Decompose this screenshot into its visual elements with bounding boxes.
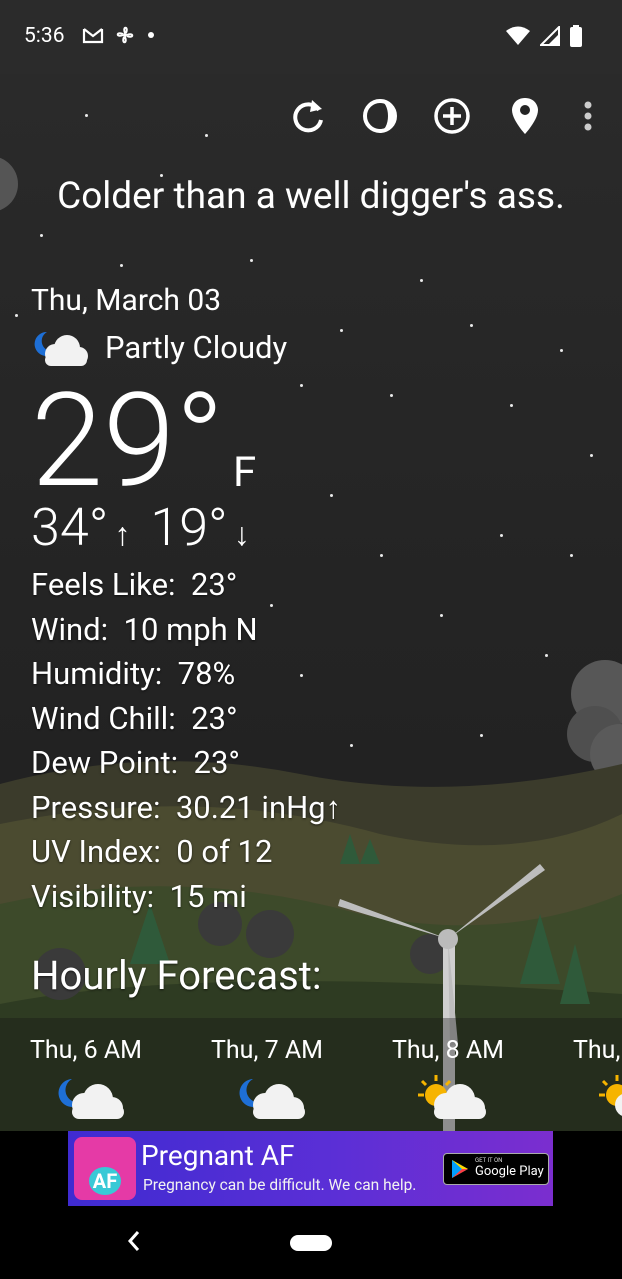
more-icon (584, 101, 592, 131)
star (330, 494, 333, 497)
condition-label: Partly Cloudy (105, 328, 288, 366)
hourly-item[interactable]: Thu, 8 AM (392, 1036, 504, 1130)
add-location-button[interactable] (432, 96, 472, 136)
ad-banner[interactable]: AF Pregnant AF Pregnancy can be difficul… (68, 1131, 553, 1206)
fan-icon (116, 26, 134, 44)
star (420, 279, 423, 282)
google-play-icon (452, 1160, 468, 1178)
up-arrow-icon: ↑ (114, 515, 131, 553)
current-temperature: 29° (31, 364, 225, 517)
detail-visibility: Visibility: 15 mi (31, 877, 247, 915)
high-low-temperatures: 34° ↑ 19° ↓ (31, 497, 250, 558)
star (500, 534, 503, 537)
ad-title: Pregnant AF (141, 1139, 295, 1172)
star (120, 264, 123, 267)
wifi-icon (506, 26, 530, 45)
hourly-item[interactable]: Thu, 6 AM (30, 1036, 142, 1130)
detail-wind-chill: Wind Chill: 23° (31, 699, 238, 737)
star (510, 404, 513, 407)
star (470, 324, 473, 327)
star (15, 314, 18, 317)
star (250, 259, 253, 262)
hourly-time: Thu, 8 AM (392, 1036, 504, 1065)
star (390, 394, 393, 397)
partly-sunny-icon (418, 1075, 486, 1119)
location-button[interactable] (505, 96, 545, 136)
hourly-time: Thu, 7 AM (211, 1036, 323, 1065)
low-temperature: 19° (150, 497, 228, 558)
hourly-time: Thu, (573, 1036, 621, 1065)
star (570, 554, 573, 557)
partly-cloudy-night-icon (34, 331, 88, 366)
star (480, 734, 483, 737)
badge-big-text: Google Play (475, 1164, 544, 1179)
star (560, 349, 563, 352)
ad-app-logo: AF (74, 1137, 136, 1200)
ad-subtitle: Pregnancy can be difficult. We can help. (143, 1176, 417, 1194)
partly-cloudy-night-icon (58, 1079, 124, 1119)
detail-feels-like: Feels Like: 23° (31, 566, 238, 603)
high-temperature: 34° (31, 497, 109, 558)
status-system-icons (506, 25, 582, 47)
gmail-icon (82, 28, 104, 44)
star (380, 554, 383, 557)
detail-pressure: Pressure: 30.21 inHg↑ (31, 788, 342, 826)
refresh-button[interactable] (288, 96, 328, 136)
current-condition: Partly Cloudy (31, 326, 287, 368)
detail-uv-index: UV Index: 0 of 12 (31, 833, 273, 870)
star (545, 654, 548, 657)
weather-quote: Colder than a well digger's ass. (57, 175, 565, 218)
badge-small-text: GET IT ON (475, 1157, 503, 1164)
hourly-forecast-title: Hourly Forecast: (31, 952, 322, 999)
signal-icon (540, 26, 560, 46)
partly-sunny-icon (599, 1075, 622, 1116)
status-notification-icons (82, 24, 156, 46)
battery-icon (570, 25, 582, 47)
star (40, 234, 43, 237)
dot-icon (148, 32, 154, 38)
down-arrow-icon: ↓ (233, 515, 250, 553)
star (440, 614, 443, 617)
star (300, 384, 303, 387)
partly-cloudy-night-icon (239, 1079, 305, 1119)
weather-details: Feels Like: 23° Wind: 10 mph N Humidity:… (31, 563, 341, 919)
hourly-time: Thu, 6 AM (30, 1036, 142, 1065)
toolbar (0, 96, 622, 140)
google-play-badge[interactable]: GET IT ON Google Play (443, 1153, 549, 1185)
navigation-bar (0, 1206, 622, 1279)
refresh-icon (293, 100, 323, 133)
add-icon (434, 98, 470, 134)
star (340, 329, 343, 332)
theme-button[interactable] (360, 96, 400, 136)
location-icon (512, 98, 538, 134)
theme-icon (363, 99, 397, 133)
star (590, 454, 593, 457)
more-options-button[interactable] (568, 96, 608, 136)
detail-humidity: Humidity: 78% (31, 655, 236, 692)
back-icon[interactable] (124, 1228, 144, 1254)
hourly-item[interactable]: Thu, (573, 1036, 622, 1130)
hourly-item[interactable]: Thu, 7 AM (211, 1036, 323, 1130)
status-time: 5:36 (24, 24, 65, 48)
current-date: Thu, March 03 (31, 283, 222, 318)
detail-dew-point: Dew Point: 23° (31, 744, 240, 781)
temperature-unit: F (233, 448, 257, 497)
home-button[interactable] (290, 1235, 332, 1251)
detail-wind: Wind: 10 mph N (31, 610, 258, 648)
ad-logo-text: AF (88, 1166, 122, 1195)
status-bar: 5:36 (0, 0, 622, 74)
